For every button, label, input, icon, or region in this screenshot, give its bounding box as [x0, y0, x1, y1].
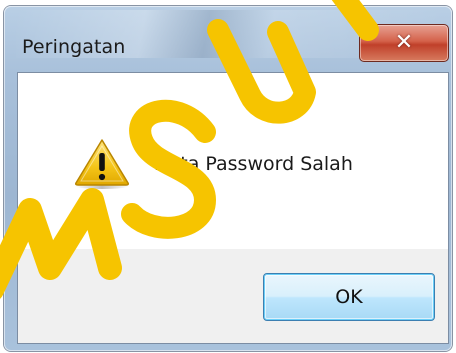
- warning-icon: [75, 139, 129, 189]
- error-message: Data Password Salah: [154, 153, 353, 175]
- dialog-client-area: Data Password Salah OK: [17, 72, 449, 344]
- dialog-window: Peringatan ✕ Data Password Salah OK: [4, 6, 452, 351]
- close-button[interactable]: ✕: [359, 24, 449, 62]
- dialog-title: Peringatan: [22, 36, 126, 58]
- close-icon: ✕: [394, 30, 414, 55]
- screenshot-stage: Peringatan ✕ Data Password Salah OK: [0, 0, 456, 353]
- message-area: Data Password Salah: [18, 73, 448, 249]
- ok-button[interactable]: OK: [263, 273, 435, 321]
